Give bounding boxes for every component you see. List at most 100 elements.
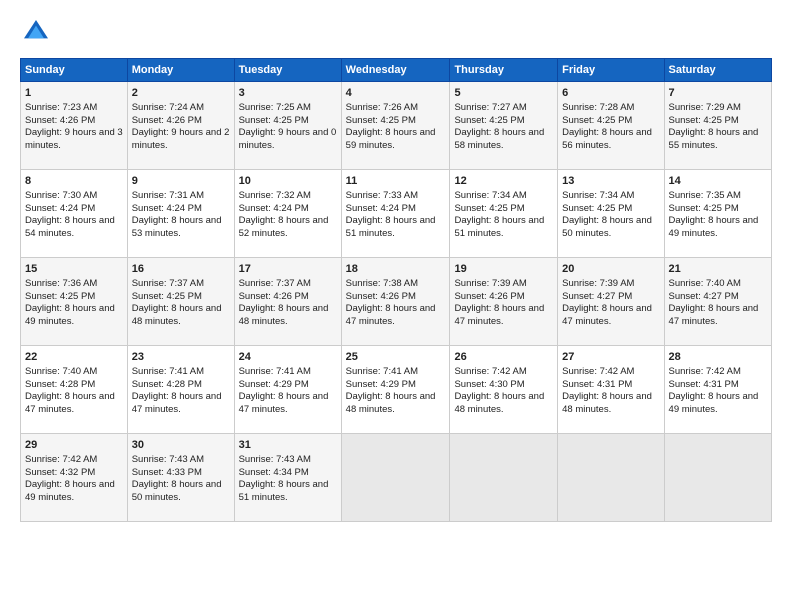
daylight-label: Daylight: 8 hours and 49 minutes. (25, 479, 115, 503)
header-day-sunday: Sunday (21, 59, 128, 82)
daylight-label: Daylight: 9 hours and 0 minutes. (239, 127, 337, 151)
sunrise: Sunrise: 7:42 AM (25, 454, 97, 465)
calendar-cell: 12Sunrise: 7:34 AMSunset: 4:25 PMDayligh… (450, 170, 558, 258)
calendar-cell: 26Sunrise: 7:42 AMSunset: 4:30 PMDayligh… (450, 346, 558, 434)
sunset: Sunset: 4:25 PM (454, 115, 524, 126)
calendar-cell (450, 434, 558, 522)
daylight-label: Daylight: 8 hours and 51 minutes. (454, 215, 544, 239)
daylight-label: Daylight: 8 hours and 48 minutes. (562, 391, 652, 415)
calendar-table: SundayMondayTuesdayWednesdayThursdayFrid… (20, 58, 772, 522)
sunset: Sunset: 4:24 PM (239, 203, 309, 214)
calendar-cell: 14Sunrise: 7:35 AMSunset: 4:25 PMDayligh… (664, 170, 771, 258)
daylight-label: Daylight: 8 hours and 55 minutes. (669, 127, 759, 151)
daylight-label: Daylight: 8 hours and 48 minutes. (239, 303, 329, 327)
calendar-cell: 31Sunrise: 7:43 AM Sunset: 4:34 PMDayligh… (234, 434, 341, 522)
day-number: 1 (25, 86, 123, 101)
sunset: Sunset: 4:26 PM (346, 291, 416, 302)
sunrise: Sunrise: 7:25 AM (239, 102, 311, 113)
sunrise: Sunrise: 7:41 AM (239, 366, 311, 377)
sunset: Sunset: 4:31 PM (669, 379, 739, 390)
day-number: 29 (25, 438, 123, 453)
day-number: 14 (669, 174, 767, 189)
daylight-label: Daylight: 8 hours and 59 minutes. (346, 127, 436, 151)
calendar-cell (558, 434, 664, 522)
calendar-cell: 4Sunrise: 7:26 AMSunset: 4:25 PMDaylight… (341, 82, 450, 170)
sunrise: Sunrise: 7:33 AM (346, 190, 418, 201)
sunset: Sunset: 4:33 PM (132, 467, 202, 478)
sunset: Sunset: 4:34 PM (239, 467, 309, 478)
calendar-week-2: 8Sunrise: 7:30 AMSunset: 4:24 PMDaylight… (21, 170, 772, 258)
calendar-cell: 2Sunrise: 7:24 AMSunset: 4:26 PMDaylight… (127, 82, 234, 170)
calendar-cell: 1Sunrise: 7:23 AMSunset: 4:26 PMDaylight… (21, 82, 128, 170)
day-number: 27 (562, 350, 659, 365)
daylight-label: Daylight: 8 hours and 51 minutes. (239, 479, 329, 503)
sunset: Sunset: 4:25 PM (562, 203, 632, 214)
sunset: Sunset: 4:26 PM (454, 291, 524, 302)
sunset: Sunset: 4:30 PM (454, 379, 524, 390)
day-number: 25 (346, 350, 446, 365)
day-number: 8 (25, 174, 123, 189)
calendar-cell: 3Sunrise: 7:25 AM Sunset: 4:25 PMDaylight… (234, 82, 341, 170)
calendar-cell: 11Sunrise: 7:33 AMSunset: 4:24 PMDayligh… (341, 170, 450, 258)
logo-icon (20, 16, 52, 48)
daylight-label: Daylight: 8 hours and 47 minutes. (239, 391, 329, 415)
calendar-cell: 16Sunrise: 7:37 AMSunset: 4:25 PMDayligh… (127, 258, 234, 346)
sunset: Sunset: 4:25 PM (239, 115, 309, 126)
day-number: 20 (562, 262, 659, 277)
calendar-week-4: 22Sunrise: 7:40 AMSunset: 4:28 PMDayligh… (21, 346, 772, 434)
sunset: Sunset: 4:27 PM (669, 291, 739, 302)
sunrise: Sunrise: 7:40 AM (669, 278, 741, 289)
sunrise: Sunrise: 7:28 AM (562, 102, 634, 113)
sunset: Sunset: 4:25 PM (132, 291, 202, 302)
daylight-label: Daylight: 8 hours and 47 minutes. (346, 303, 436, 327)
day-number: 30 (132, 438, 230, 453)
day-number: 11 (346, 174, 446, 189)
day-number: 2 (132, 86, 230, 101)
page: SundayMondayTuesdayWednesdayThursdayFrid… (0, 0, 792, 612)
daylight-label: Daylight: 8 hours and 47 minutes. (25, 391, 115, 415)
header-day-wednesday: Wednesday (341, 59, 450, 82)
sunrise: Sunrise: 7:42 AM (669, 366, 741, 377)
sunrise: Sunrise: 7:34 AM (562, 190, 634, 201)
day-number: 13 (562, 174, 659, 189)
sunrise: Sunrise: 7:43 AM (132, 454, 204, 465)
sunset: Sunset: 4:25 PM (454, 203, 524, 214)
daylight-label: Daylight: 8 hours and 47 minutes. (132, 391, 222, 415)
day-number: 19 (454, 262, 553, 277)
header-day-saturday: Saturday (664, 59, 771, 82)
sunset: Sunset: 4:26 PM (239, 291, 309, 302)
sunrise: Sunrise: 7:42 AM (454, 366, 526, 377)
sunset: Sunset: 4:25 PM (346, 115, 416, 126)
sunrise: Sunrise: 7:37 AM (132, 278, 204, 289)
sunset: Sunset: 4:26 PM (132, 115, 202, 126)
day-number: 3 (239, 86, 337, 101)
daylight-label: Daylight: 8 hours and 49 minutes. (669, 391, 759, 415)
calendar-cell: 23Sunrise: 7:41 AMSunset: 4:28 PMDayligh… (127, 346, 234, 434)
daylight-label: Daylight: 8 hours and 53 minutes. (132, 215, 222, 239)
sunrise: Sunrise: 7:31 AM (132, 190, 204, 201)
calendar-cell (341, 434, 450, 522)
sunrise: Sunrise: 7:43 AM (239, 454, 311, 465)
calendar-header-row: SundayMondayTuesdayWednesdayThursdayFrid… (21, 59, 772, 82)
daylight-label: Daylight: 8 hours and 52 minutes. (239, 215, 329, 239)
day-number: 15 (25, 262, 123, 277)
calendar-cell: 21Sunrise: 7:40 AMSunset: 4:27 PMDayligh… (664, 258, 771, 346)
calendar-cell: 28Sunrise: 7:42 AMSunset: 4:31 PMDayligh… (664, 346, 771, 434)
calendar-cell: 19Sunrise: 7:39 AMSunset: 4:26 PMDayligh… (450, 258, 558, 346)
daylight-label: Daylight: 8 hours and 58 minutes. (454, 127, 544, 151)
sunset: Sunset: 4:31 PM (562, 379, 632, 390)
day-number: 23 (132, 350, 230, 365)
day-number: 26 (454, 350, 553, 365)
calendar-week-1: 1Sunrise: 7:23 AMSunset: 4:26 PMDaylight… (21, 82, 772, 170)
daylight-label: Daylight: 8 hours and 49 minutes. (669, 215, 759, 239)
sunrise: Sunrise: 7:41 AM (132, 366, 204, 377)
daylight-label: Daylight: 8 hours and 49 minutes. (25, 303, 115, 327)
day-number: 24 (239, 350, 337, 365)
calendar-cell: 22Sunrise: 7:40 AMSunset: 4:28 PMDayligh… (21, 346, 128, 434)
daylight-label: Daylight: 8 hours and 48 minutes. (346, 391, 436, 415)
sunset: Sunset: 4:26 PM (25, 115, 95, 126)
calendar-cell: 13Sunrise: 7:34 AMSunset: 4:25 PMDayligh… (558, 170, 664, 258)
sunrise: Sunrise: 7:40 AM (25, 366, 97, 377)
day-number: 10 (239, 174, 337, 189)
day-number: 31 (239, 438, 337, 453)
